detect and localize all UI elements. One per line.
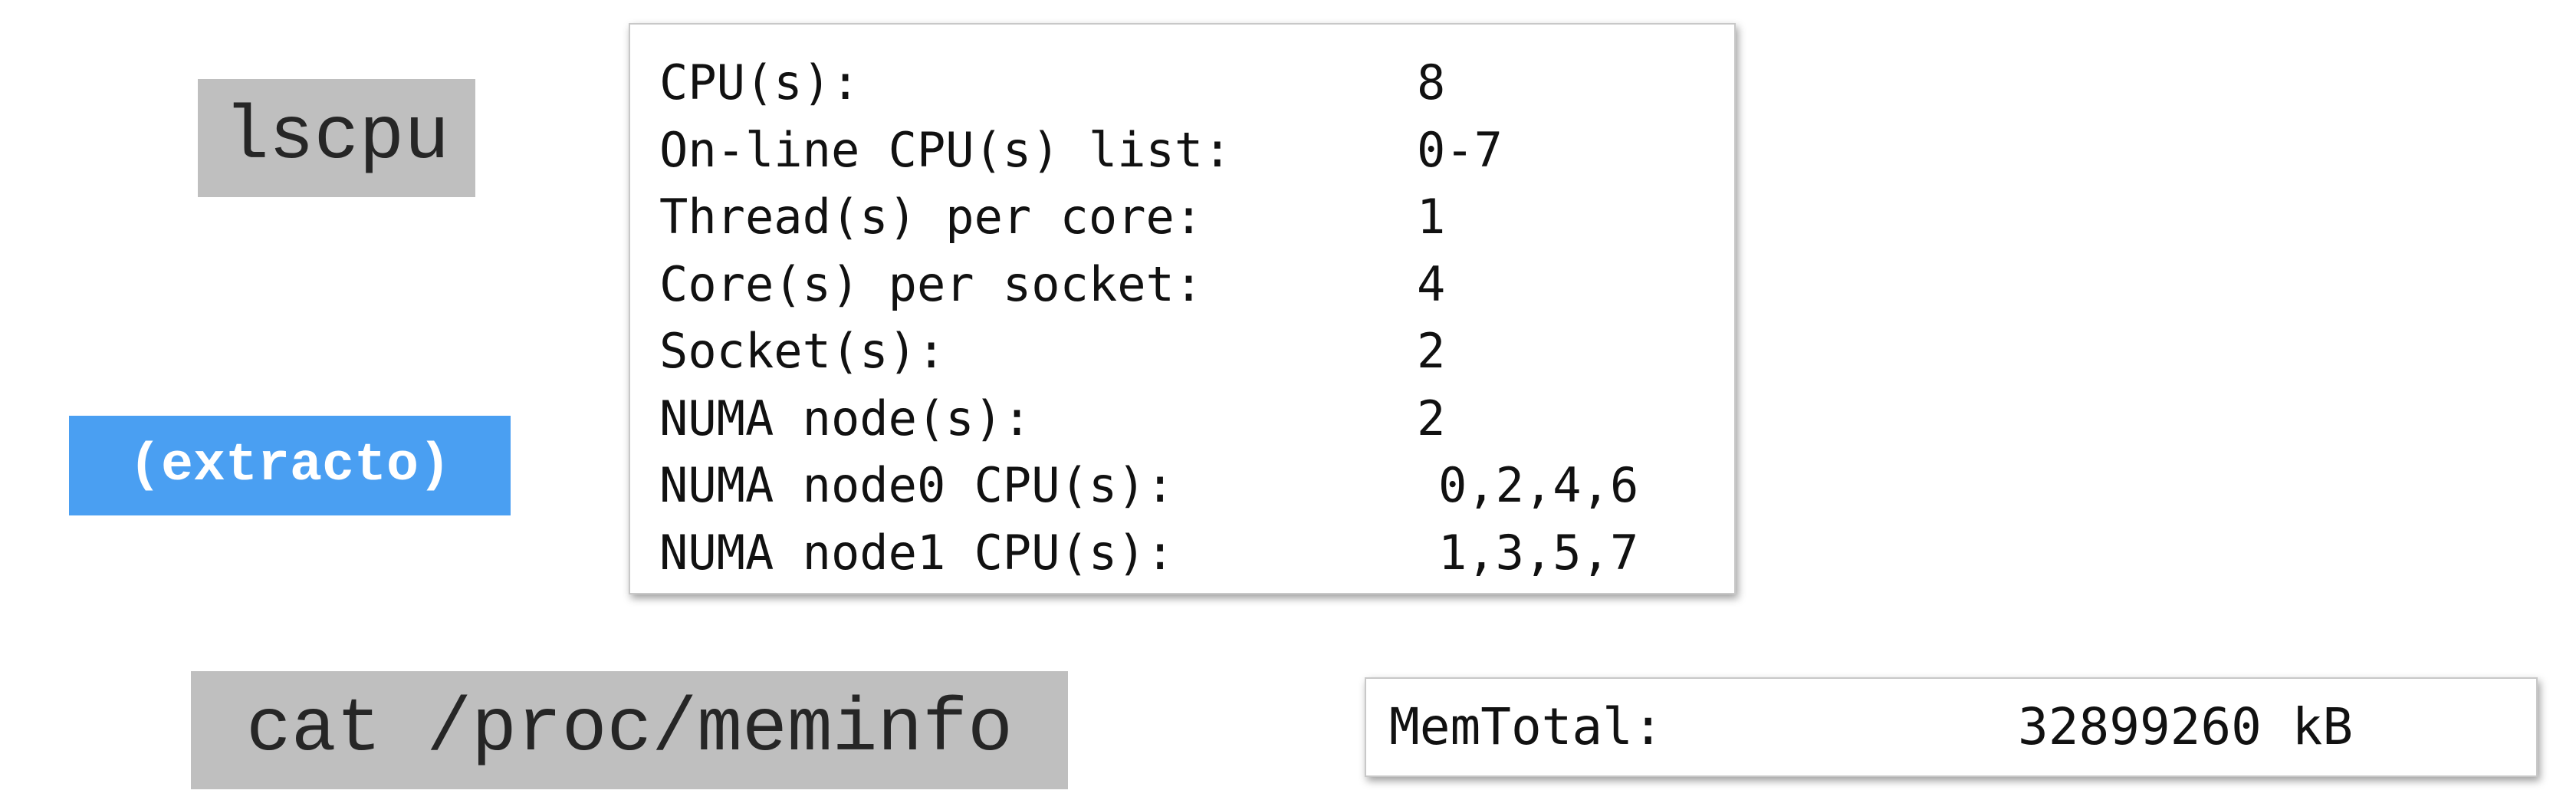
extract-badge-text: (extracto): [128, 435, 452, 496]
lscpu-row: On-line CPU(s) list: 0-7: [659, 117, 1734, 184]
meminfo-command-label: cat /proc/meminfo: [191, 671, 1068, 789]
lscpu-row: Thread(s) per core: 1: [659, 183, 1734, 251]
lscpu-row-value: 2: [1417, 323, 1446, 379]
lscpu-row: NUMA node(s): 2: [659, 385, 1734, 453]
lscpu-row: Core(s) per socket: 4: [659, 251, 1734, 318]
lscpu-row: NUMA node1 CPU(s): 1,3,5,7: [659, 519, 1734, 587]
extract-badge: (extracto): [69, 416, 511, 515]
lscpu-row: Socket(s): 2: [659, 318, 1734, 385]
meminfo-command-text: cat /proc/meminfo: [246, 687, 1013, 772]
lscpu-row-key: Thread(s) per core:: [659, 189, 1204, 245]
lscpu-row-value: 1: [1417, 189, 1446, 245]
lscpu-row-key: CPU(s):: [659, 54, 860, 110]
lscpu-row-key: NUMA node0 CPU(s):: [659, 457, 1175, 513]
lscpu-row-key: NUMA node(s):: [659, 390, 1032, 446]
meminfo-output-panel: MemTotal: 32899260 kB: [1365, 677, 2538, 777]
lscpu-row-value: 1,3,5,7: [1438, 524, 1639, 581]
lscpu-row-key: NUMA node1 CPU(s):: [659, 524, 1175, 581]
lscpu-row-value: 2: [1417, 390, 1446, 446]
meminfo-value: 32899260 kB: [2018, 697, 2354, 756]
lscpu-command-text: lscpu: [223, 95, 450, 180]
lscpu-row-value: 8: [1417, 54, 1446, 110]
lscpu-row: NUMA node0 CPU(s): 0,2,4,6: [659, 452, 1734, 519]
lscpu-row-value: 4: [1417, 255, 1446, 312]
lscpu-row-value: 0,2,4,6: [1438, 457, 1639, 513]
lscpu-row-value: 0-7: [1417, 121, 1503, 178]
lscpu-output-panel: CPU(s): 8 On-line CPU(s) list: 0-7 Threa…: [629, 23, 1736, 594]
lscpu-row: CPU(s): 8: [659, 49, 1734, 117]
lscpu-row-key: Core(s) per socket:: [659, 255, 1204, 312]
lscpu-command-label: lscpu: [198, 79, 475, 197]
meminfo-key: MemTotal:: [1389, 697, 1664, 756]
lscpu-row-key: Socket(s):: [659, 323, 946, 379]
lscpu-row-key: On-line CPU(s) list:: [659, 121, 1232, 178]
